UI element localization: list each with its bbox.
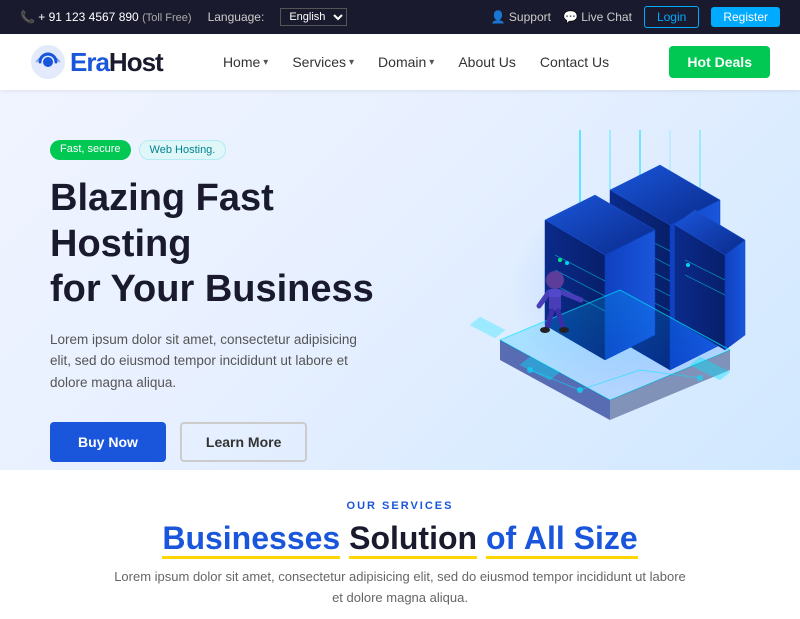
badge-row: Fast, secure Web Hosting. — [50, 140, 380, 160]
nav-links: Home ▾ Services ▾ Domain ▾ About Us Cont… — [223, 54, 609, 70]
nav-item-contact[interactable]: Contact Us — [540, 54, 609, 70]
language-select[interactable]: English Hindi — [280, 8, 347, 26]
nav-item-services[interactable]: Services ▾ — [292, 54, 354, 70]
badge-fast-secure: Fast, secure — [50, 140, 131, 160]
hero-section: Fast, secure Web Hosting. Blazing Fast H… — [0, 90, 800, 470]
top-bar-left: 📞 + 91 123 4567 890 (Toll Free) Language… — [20, 8, 347, 26]
livechat-link[interactable]: 💬 Live Chat — [563, 10, 632, 24]
hero-description: Lorem ipsum dolor sit amet, consectetur … — [50, 329, 380, 394]
server-svg — [380, 130, 750, 460]
services-title-highlight: Solution — [349, 520, 477, 559]
services-title: Businesses Solution of All Size — [50, 520, 750, 557]
hero-left: Fast, secure Web Hosting. Blazing Fast H… — [50, 130, 380, 462]
services-description: Lorem ipsum dolor sit amet, consectetur … — [110, 567, 690, 609]
badge-web-hosting: Web Hosting. — [139, 140, 227, 160]
hero-buttons: Buy Now Learn More — [50, 422, 380, 462]
language-label: Language: — [208, 10, 265, 24]
hero-illustration — [380, 130, 750, 460]
logo[interactable]: EraHost — [30, 44, 163, 80]
support-link[interactable]: 👤 Support — [491, 10, 551, 24]
logo-text: EraHost — [70, 47, 163, 78]
register-button[interactable]: Register — [711, 7, 780, 27]
hero-title: Blazing Fast Hosting for Your Business — [50, 176, 380, 313]
phone-number: 📞 + 91 123 4567 890 (Toll Free) — [20, 10, 192, 24]
top-bar-right: 👤 Support 💬 Live Chat Login Register — [491, 6, 780, 28]
services-section: OUR SERVICES Businesses Solution of All … — [0, 470, 800, 619]
login-button[interactable]: Login — [644, 6, 699, 28]
buy-now-button[interactable]: Buy Now — [50, 422, 166, 462]
nav-item-home[interactable]: Home ▾ — [223, 54, 268, 70]
navbar: EraHost Home ▾ Services ▾ Domain ▾ About… — [0, 34, 800, 90]
top-bar: 📞 + 91 123 4567 890 (Toll Free) Language… — [0, 0, 800, 34]
logo-icon — [30, 44, 66, 80]
learn-more-button[interactable]: Learn More — [180, 422, 307, 462]
nav-item-about[interactable]: About Us — [458, 54, 516, 70]
hot-deals-button[interactable]: Hot Deals — [669, 46, 770, 78]
nav-item-domain[interactable]: Domain ▾ — [378, 54, 434, 70]
services-label: OUR SERVICES — [50, 500, 750, 512]
